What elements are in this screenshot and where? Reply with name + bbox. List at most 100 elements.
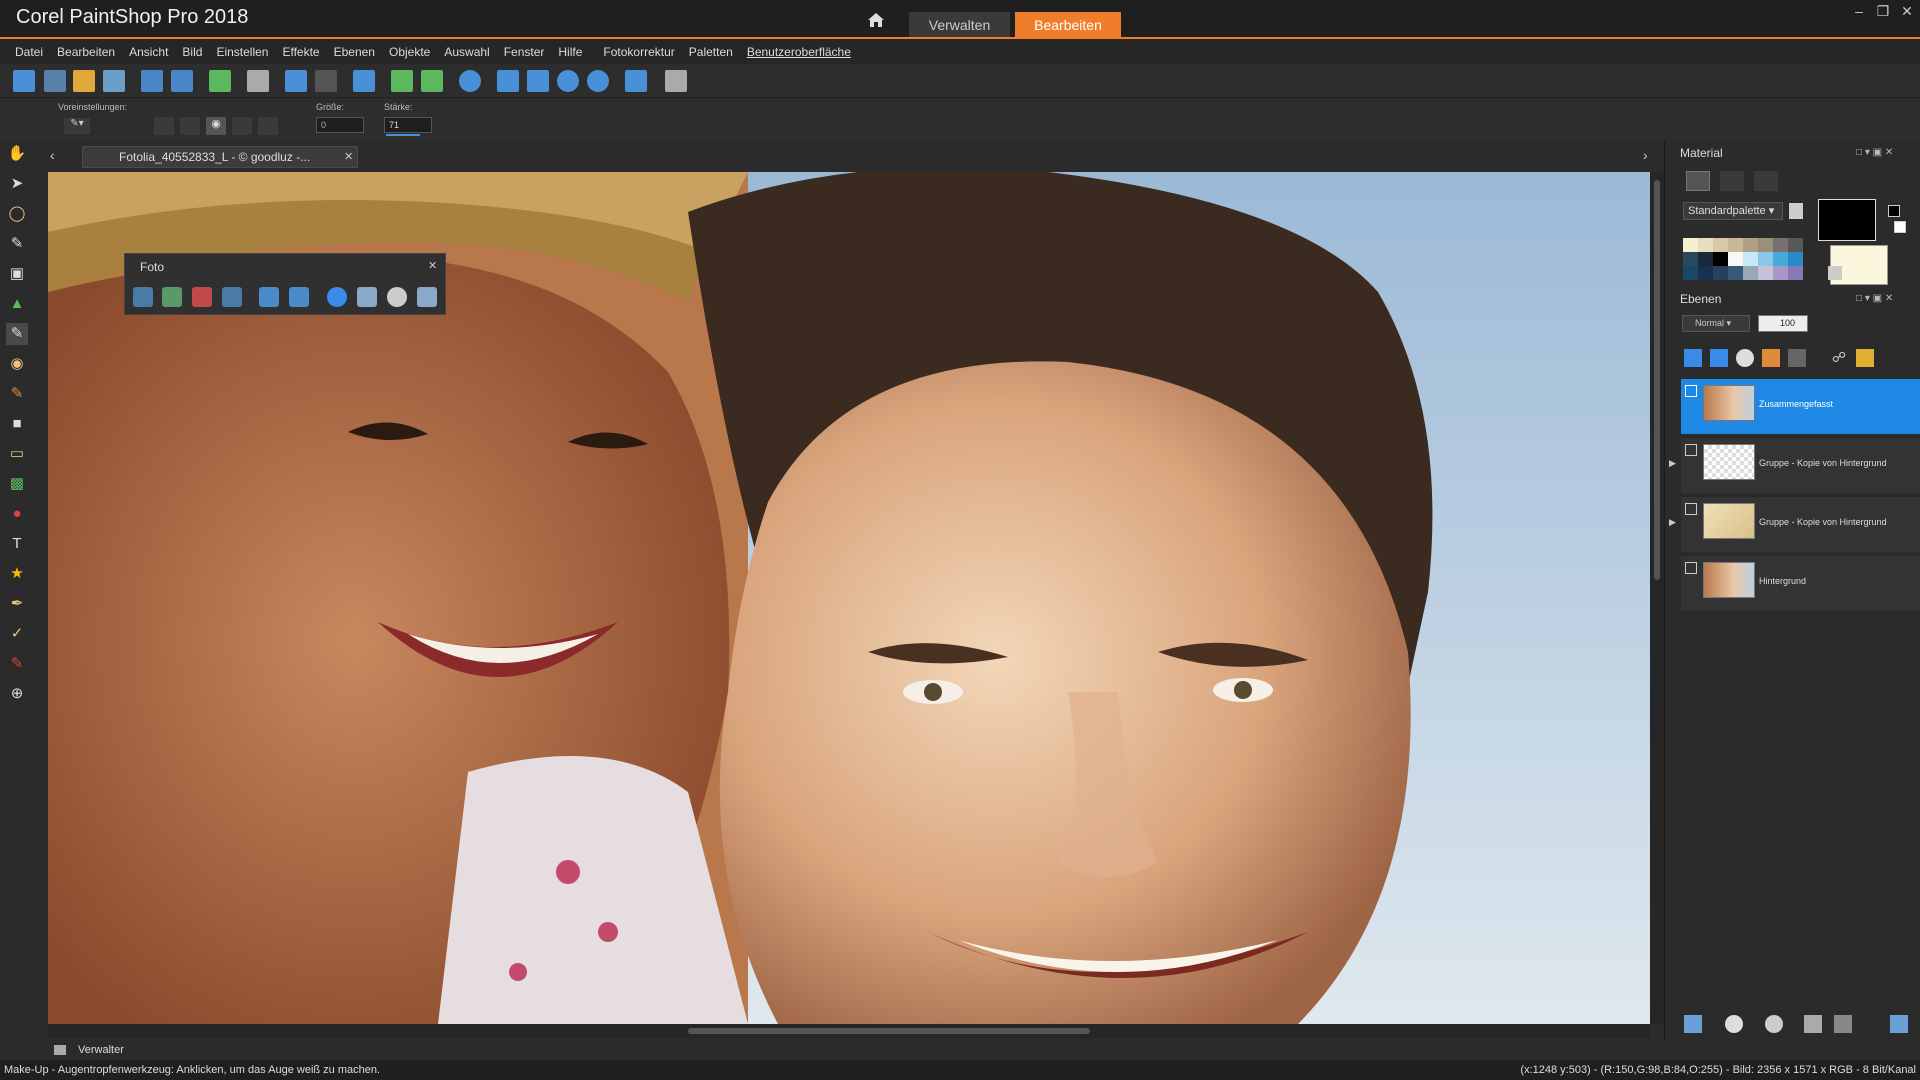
strength-slider[interactable] bbox=[386, 134, 420, 136]
crop-tool-icon[interactable]: ▣ bbox=[6, 263, 28, 285]
mode-thin-icon[interactable] bbox=[258, 117, 278, 135]
color-balance-icon[interactable] bbox=[222, 287, 242, 307]
expand-group-icon[interactable]: ▶ bbox=[1669, 458, 1676, 469]
smart-photo-fix-icon[interactable] bbox=[162, 287, 182, 307]
horizontal-scroll-thumb[interactable] bbox=[688, 1028, 1090, 1034]
red-eye-tool-icon[interactable]: ◉ bbox=[6, 353, 28, 375]
pan-tool-icon[interactable]: ✋ bbox=[6, 143, 28, 165]
color-swatches[interactable] bbox=[1683, 238, 1803, 284]
eraser-tool-icon[interactable]: ▭ bbox=[6, 443, 28, 465]
menu-user-interface[interactable]: Benutzeroberfläche bbox=[747, 45, 851, 59]
layer-visibility-icon[interactable] bbox=[1685, 385, 1697, 397]
digital-noise-icon[interactable] bbox=[357, 287, 377, 307]
pick-tool-icon[interactable]: ➤ bbox=[6, 173, 28, 195]
document-tab[interactable]: Fotolia_40552833_L - © goodluz -... bbox=[82, 146, 358, 168]
warp-tool-icon[interactable]: ✓ bbox=[6, 623, 28, 645]
texture-toggle-icon[interactable] bbox=[1828, 266, 1842, 280]
crop-to-print-icon[interactable] bbox=[259, 287, 279, 307]
gradient-tool-icon[interactable]: ■ bbox=[6, 413, 28, 435]
layer-visibility-icon[interactable] bbox=[1685, 444, 1697, 456]
share-icon[interactable] bbox=[209, 70, 231, 92]
shape-tool-icon[interactable]: ★ bbox=[6, 563, 28, 585]
chevron-right-icon[interactable]: › bbox=[1643, 147, 1648, 163]
new-layer-bottom-icon[interactable] bbox=[1684, 1015, 1702, 1033]
menu-effects[interactable]: Effekte bbox=[282, 45, 319, 59]
undo-icon[interactable] bbox=[285, 70, 307, 92]
swap-fg-mini-icon[interactable] bbox=[1888, 205, 1900, 217]
paste-icon[interactable] bbox=[665, 70, 687, 92]
text-tool-icon[interactable]: T bbox=[6, 533, 28, 555]
menu-adjust[interactable]: Einstellen bbox=[216, 45, 268, 59]
new-adjustment-layer-icon[interactable] bbox=[1736, 349, 1754, 367]
blend-mode-select[interactable]: Normal ▾ bbox=[1682, 315, 1750, 332]
swap-bg-mini-icon[interactable] bbox=[1894, 221, 1906, 233]
new-vector-layer-icon[interactable] bbox=[1710, 349, 1728, 367]
layer-properties-icon[interactable] bbox=[1890, 1015, 1908, 1033]
one-step-fix-icon[interactable] bbox=[133, 287, 153, 307]
layer-row-background[interactable]: Hintergrund bbox=[1681, 555, 1920, 611]
rotate-left-icon[interactable] bbox=[391, 70, 413, 92]
link-layer-icon[interactable]: ☍ bbox=[1830, 349, 1848, 367]
red-eye-fix-icon[interactable] bbox=[192, 287, 212, 307]
save-icon[interactable] bbox=[141, 70, 163, 92]
lock-layer-icon[interactable] bbox=[1856, 349, 1874, 367]
resize-icon[interactable] bbox=[353, 70, 375, 92]
redo-icon[interactable] bbox=[315, 70, 337, 92]
new-raster-layer-icon[interactable] bbox=[1684, 349, 1702, 367]
scan-icon[interactable] bbox=[103, 70, 125, 92]
close-window-icon[interactable]: ✕ bbox=[1894, 0, 1920, 24]
color-picker-tab-icon[interactable] bbox=[1754, 171, 1778, 191]
menu-selections[interactable]: Auswahl bbox=[444, 45, 489, 59]
layer-styles-icon[interactable] bbox=[1762, 349, 1780, 367]
pen-tool-icon[interactable]: ✒ bbox=[6, 593, 28, 615]
foreground-color[interactable] bbox=[1818, 199, 1876, 241]
zoom-in-icon[interactable] bbox=[587, 70, 609, 92]
lens-correction-icon[interactable] bbox=[417, 287, 437, 307]
home-icon[interactable] bbox=[860, 12, 892, 38]
zoom-out-icon[interactable] bbox=[557, 70, 579, 92]
paint-brush-icon[interactable]: ✎ bbox=[6, 383, 28, 405]
grid-view-icon[interactable] bbox=[44, 70, 66, 92]
menu-file[interactable]: Datei bbox=[15, 45, 43, 59]
menu-photo-correction[interactable]: Fotokorrektur bbox=[603, 45, 674, 59]
manager-tab[interactable]: Verwalter bbox=[78, 1044, 124, 1056]
fill-tool-icon[interactable]: ● bbox=[6, 503, 28, 525]
menu-image[interactable]: Bild bbox=[182, 45, 202, 59]
gradient-tab-icon[interactable] bbox=[1720, 171, 1744, 191]
layer-visibility-icon[interactable] bbox=[1685, 562, 1697, 574]
minimize-icon[interactable]: – bbox=[1846, 0, 1872, 24]
add-tool-icon[interactable]: ⊕ bbox=[6, 683, 28, 705]
strength-field[interactable]: 71 bbox=[384, 117, 432, 133]
replace-color-icon[interactable]: ✎ bbox=[6, 653, 28, 675]
swatch-grid-tab-icon[interactable] bbox=[1686, 171, 1710, 191]
tab-edit[interactable]: Bearbeiten bbox=[1015, 12, 1121, 38]
vignette-icon[interactable] bbox=[387, 287, 407, 307]
zoom-fit-icon[interactable] bbox=[497, 70, 519, 92]
new-file-icon[interactable] bbox=[13, 70, 35, 92]
straighten-photo-icon[interactable] bbox=[289, 287, 309, 307]
menu-help[interactable]: Hilfe bbox=[558, 45, 582, 59]
menu-edit[interactable]: Bearbeiten bbox=[57, 45, 115, 59]
duplicate-layer-icon[interactable] bbox=[1804, 1015, 1822, 1033]
expand-group-icon[interactable]: ▶ bbox=[1669, 517, 1676, 528]
material-panel-controls-icon[interactable]: □ ▾ ▣ ✕ bbox=[1856, 147, 1893, 158]
actual-size-icon[interactable] bbox=[527, 70, 549, 92]
vertical-scroll-thumb[interactable] bbox=[1654, 180, 1660, 580]
layers-panel-controls-icon[interactable]: □ ▾ ▣ ✕ bbox=[1856, 293, 1893, 304]
mask-bottom-icon[interactable] bbox=[1765, 1015, 1783, 1033]
restore-icon[interactable]: ❐ bbox=[1870, 0, 1896, 24]
close-tab-icon[interactable]: ✕ bbox=[344, 150, 353, 163]
save-as-icon[interactable] bbox=[171, 70, 193, 92]
print-icon[interactable] bbox=[247, 70, 269, 92]
mask-layer-icon[interactable] bbox=[1788, 349, 1806, 367]
size-field[interactable]: 0 bbox=[316, 117, 364, 133]
delete-layer-icon[interactable] bbox=[1834, 1015, 1852, 1033]
lasso-tool-icon[interactable]: ◯ bbox=[6, 203, 28, 225]
palette-select[interactable]: Standardpalette ▾ bbox=[1683, 202, 1783, 220]
dropper-tool-icon[interactable]: ✎ bbox=[6, 233, 28, 255]
mode-lipstick-icon[interactable] bbox=[154, 117, 174, 135]
menu-window[interactable]: Fenster bbox=[504, 45, 545, 59]
mode-blemish-icon[interactable] bbox=[180, 117, 200, 135]
menu-layers[interactable]: Ebenen bbox=[334, 45, 375, 59]
chevron-left-icon[interactable]: ‹ bbox=[50, 147, 55, 163]
